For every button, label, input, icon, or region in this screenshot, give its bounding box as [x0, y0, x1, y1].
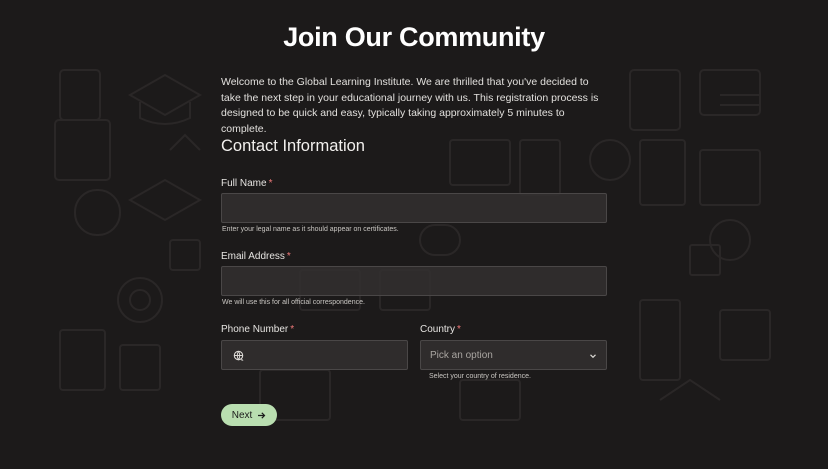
required-marker: * [457, 324, 461, 335]
next-button-label: Next [231, 409, 253, 421]
phone-field[interactable] [221, 340, 408, 370]
phone-label-text: Phone Number [221, 324, 289, 335]
page-title: Join Our Community [283, 22, 545, 52]
email-field[interactable] [221, 266, 607, 296]
email-label-text: Email Address [221, 251, 285, 262]
required-marker: * [268, 178, 273, 189]
arrow-right-icon [258, 411, 266, 419]
registration-page: Join Our Community Welcome to the Global… [0, 0, 828, 469]
section-title: Contact Information [221, 137, 365, 155]
required-marker: * [290, 324, 295, 335]
full-name-label: Full Name * [221, 178, 272, 189]
country-label-text: Country [420, 324, 456, 335]
required-marker: * [286, 251, 291, 262]
full-name-label-text: Full Name [221, 178, 267, 189]
country-select-placeholder: Pick an option [430, 350, 493, 361]
full-name-hint: Enter your legal name as it should appea… [222, 226, 399, 233]
full-name-field[interactable] [221, 193, 607, 223]
country-select[interactable]: Pick an option [420, 340, 607, 370]
country-label: Country * [420, 324, 461, 335]
email-hint: We will use this for all official corres… [222, 299, 365, 306]
phone-label: Phone Number * [221, 324, 294, 335]
intro-paragraph: Welcome to the Global Learning Institute… [221, 76, 599, 135]
globe-phone-icon[interactable] [233, 350, 245, 362]
country-hint: Select your country of residence. [429, 373, 531, 380]
next-button[interactable]: Next [221, 404, 277, 426]
chevron-down-icon [590, 354, 596, 359]
email-label: Email Address * [221, 251, 291, 262]
